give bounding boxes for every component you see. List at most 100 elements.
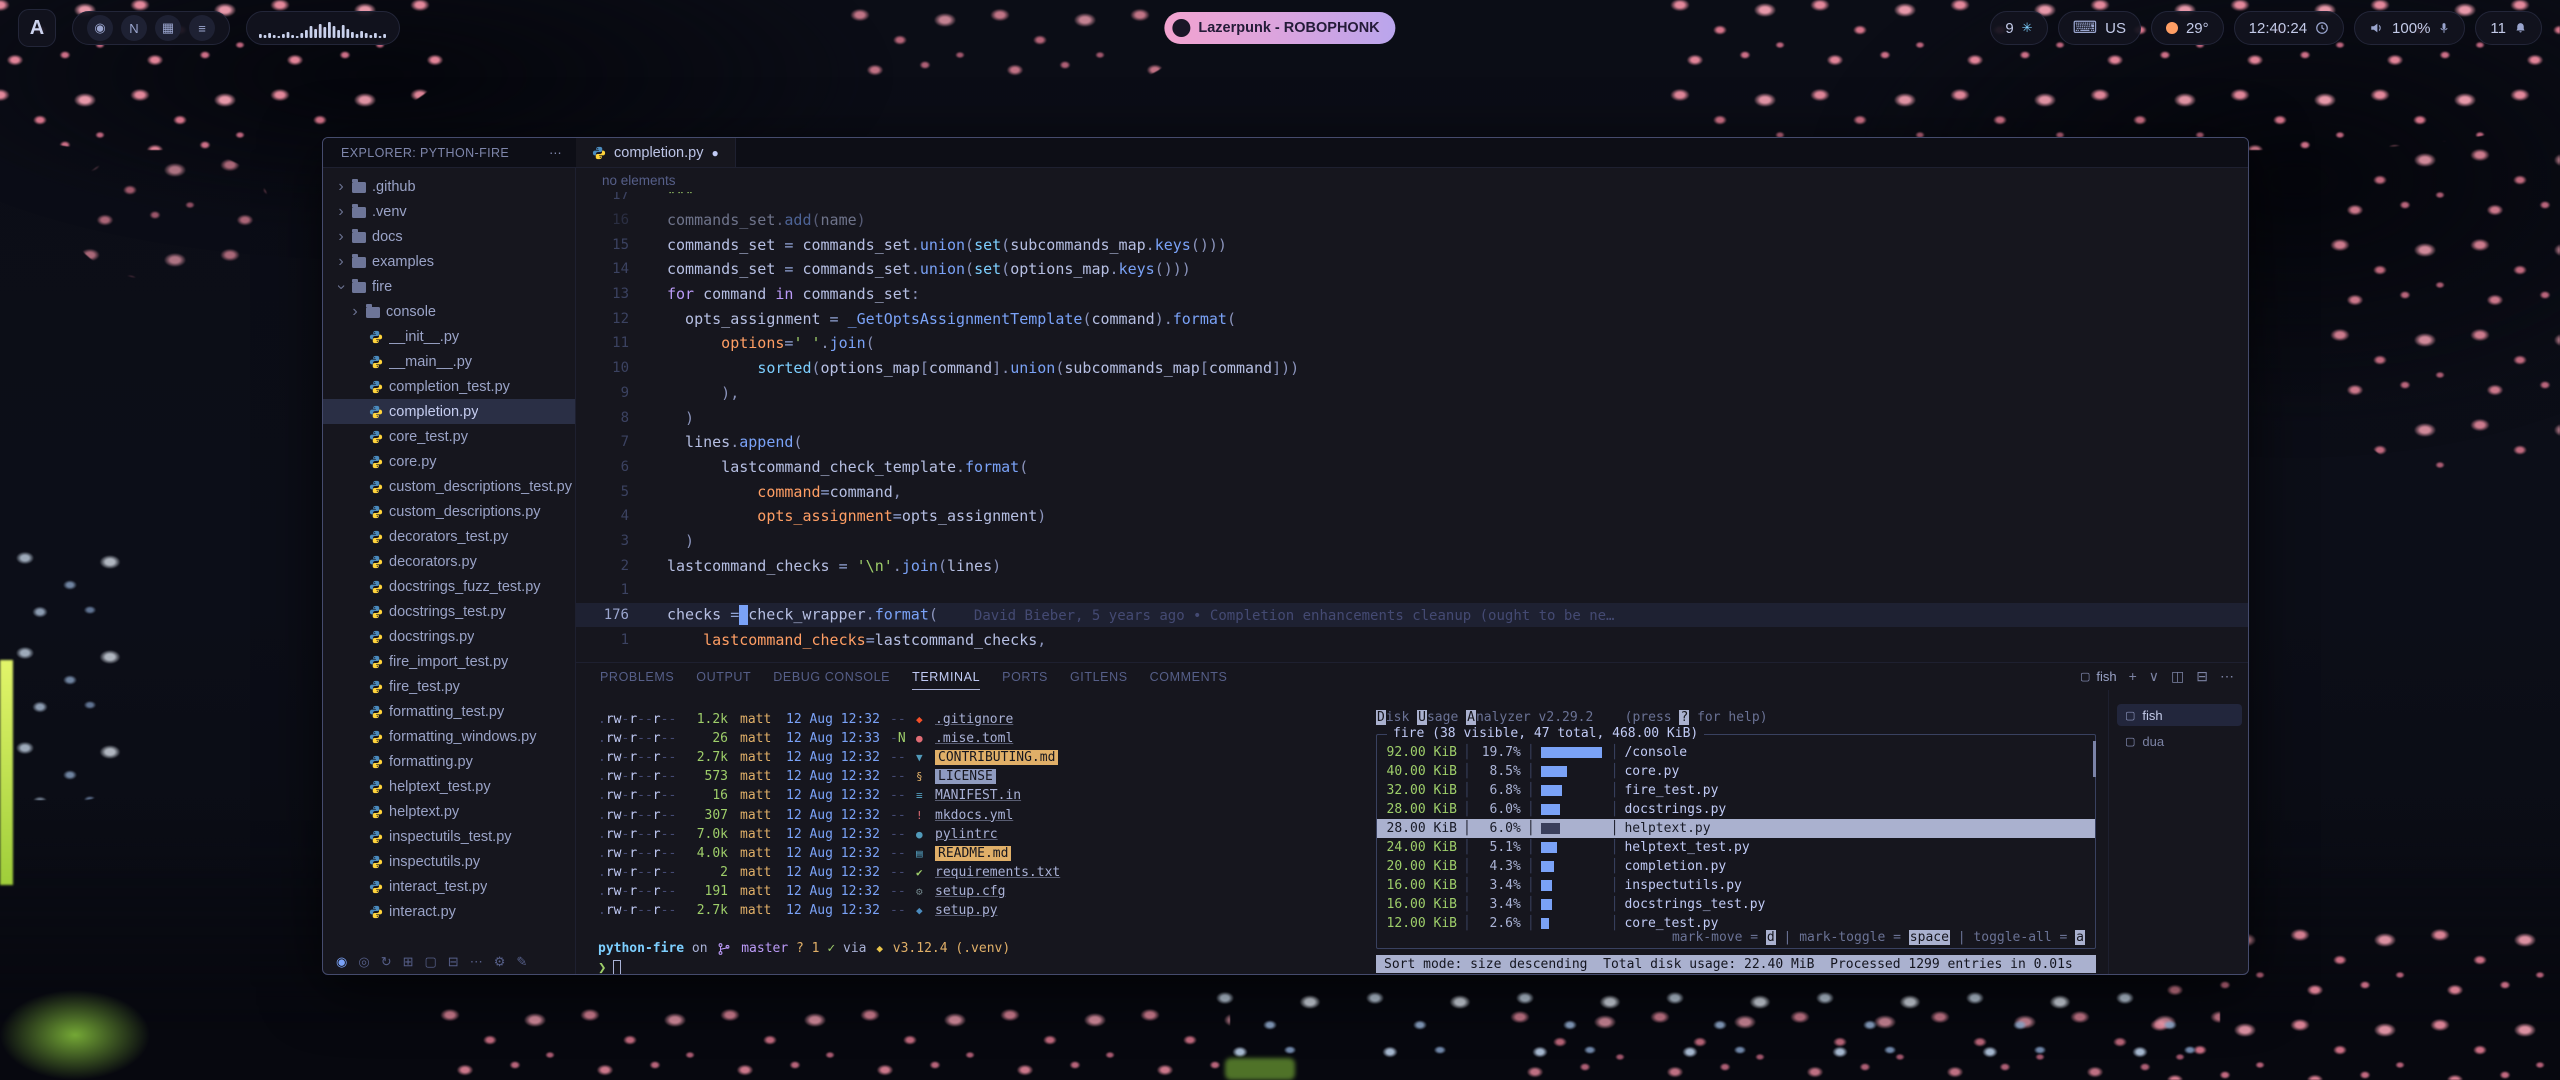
dua-row[interactable]: 32.00 KiB│6.8%││fire_test.py [1377,781,2095,800]
code-line[interactable]: 10 sorted(options_map[command].union(sub… [576,356,2248,381]
tree-item-inspectutils-py[interactable]: inspectutils.py [323,849,575,874]
trash-icon[interactable]: ⊟ [448,954,459,970]
code-line[interactable]: 1 lastcommand_checks=lastcommand_checks, [576,627,2248,652]
tree-item-docstrings-fuzz-test-py[interactable]: docstrings_fuzz_test.py [323,574,575,599]
tree-item-examples[interactable]: ›examples [323,249,575,274]
remote-icon[interactable]: ◉ [336,954,347,970]
edit-icon[interactable]: ✎ [516,954,527,970]
files-workspace-icon[interactable]: ≡ [189,15,215,41]
tree-item-helptext-py[interactable]: helptext.py [323,799,575,824]
terminal-session-dua[interactable]: ▢dua [2117,730,2242,752]
tree-item--main-py[interactable]: __main__.py [323,349,575,374]
tree-item-completion-test-py[interactable]: completion_test.py [323,374,575,399]
volume-pill[interactable]: 100% [2354,11,2465,45]
tree-item-docstrings-py[interactable]: docstrings.py [323,624,575,649]
settings-icon[interactable]: ⚙ [494,954,506,970]
code-line[interactable]: 6 lastcommand_check_template.format( [576,455,2248,480]
window-icon[interactable]: ▢ [425,954,437,970]
system-monitor-widget[interactable] [246,11,400,45]
code-line[interactable]: 15commands_set = commands_set.union(set(… [576,232,2248,257]
code-line[interactable]: 13for command in commands_set: [576,282,2248,307]
code-line[interactable]: 176checks = check_wrapper.format(David B… [576,603,2248,628]
panel-tab-debug-console[interactable]: DEBUG CONSOLE [773,663,890,690]
dua-row[interactable]: 40.00 KiB│8.5%││core.py [1377,762,2095,781]
tree-item-interact-test-py[interactable]: interact_test.py [323,874,575,899]
code-line[interactable]: 3 ) [576,529,2248,554]
tree-item-completion-py[interactable]: completion.py [323,399,575,424]
terminal-fish[interactable]: .rw-r--r--1.2kmatt12 Aug 12:32--◆.gitign… [576,690,1376,975]
panel-tab-output[interactable]: OUTPUT [696,663,751,690]
code-line[interactable]: 1 [576,578,2248,603]
tree-item-decorators-test-py[interactable]: decorators_test.py [323,524,575,549]
tree-item-decorators-py[interactable]: decorators.py [323,549,575,574]
panel-tab-ports[interactable]: PORTS [1002,663,1048,690]
dua-scrollbar[interactable] [2093,741,2096,777]
tree-item-docs[interactable]: ›docs [323,224,575,249]
media-player-widget[interactable]: Lazerpunk - ROBOPHONK [1164,12,1395,44]
dua-row[interactable]: 28.00 KiB│6.0%││helptext.py [1377,819,2095,838]
tree-item-interact-py[interactable]: interact.py [323,899,575,924]
breadcrumb[interactable]: no elements [576,168,2248,192]
kill-terminal-icon[interactable]: ⊟ [2196,668,2208,685]
tree-item-custom-descriptions-test-py[interactable]: custom_descriptions_test.py [323,474,575,499]
explorer-icon[interactable]: ⊞ [403,954,414,970]
sync-icon[interactable]: ↻ [381,954,392,970]
explorer-more-icon[interactable]: ⋯ [549,145,562,160]
tree-item-formatting-windows-py[interactable]: formatting_windows.py [323,724,575,749]
code-line[interactable]: 4 opts_assignment=opts_assignment) [576,504,2248,529]
tree-item-inspectutils-test-py[interactable]: inspectutils_test.py [323,824,575,849]
tree-item-formatting-test-py[interactable]: formatting_test.py [323,699,575,724]
new-terminal-icon[interactable]: + [2129,668,2137,685]
dua-row[interactable]: 28.00 KiB│6.0%││docstrings.py [1377,800,2095,819]
tree-item-formatting-py[interactable]: formatting.py [323,749,575,774]
profile-dropdown-icon[interactable]: ∨ [2149,668,2159,685]
workspace-indicator-pill[interactable]: 9 ✳ [1990,11,2047,45]
terminal-session-fish[interactable]: ▢fish [2117,704,2242,726]
tree-item-core-test-py[interactable]: core_test.py [323,424,575,449]
tree-item--init-py[interactable]: __init__.py [323,324,575,349]
keyboard-layout-pill[interactable]: ⌨ US [2058,11,2141,45]
code-line[interactable]: 5 command=command, [576,479,2248,504]
tree-item-docstrings-test-py[interactable]: docstrings_test.py [323,599,575,624]
apps-workspace-icon[interactable]: ▦ [155,15,181,41]
dua-row[interactable]: 20.00 KiB│4.3%││completion.py [1377,857,2095,876]
panel-tab-comments[interactable]: COMMENTS [1150,663,1228,690]
launcher-button[interactable]: A [18,9,56,47]
tree-item-custom-descriptions-py[interactable]: custom_descriptions.py [323,499,575,524]
more-icon[interactable]: ⋯ [470,954,483,970]
tree-item-fire-test-py[interactable]: fire_test.py [323,674,575,699]
modified-indicator-icon[interactable]: ● [711,146,718,160]
code-line[interactable]: 11 options=' '.join( [576,331,2248,356]
code-line[interactable]: 16commands_set.add(name) [576,208,2248,233]
tree-item--venv[interactable]: ›.venv [323,199,575,224]
panel-tab-gitlens[interactable]: GITLENS [1070,663,1128,690]
weather-pill[interactable]: 29° [2151,11,2224,45]
code-line[interactable]: 14commands_set = commands_set.union(set(… [576,257,2248,282]
code-line[interactable]: 8 ) [576,405,2248,430]
code-line[interactable]: 7 lines.append( [576,430,2248,455]
tree-item-fire[interactable]: ›fire [323,274,575,299]
dua-row[interactable]: 24.00 KiB│5.1%││helptext_test.py [1377,838,2095,857]
tab-completion-py[interactable]: completion.py ● [576,138,736,167]
tree-item-core-py[interactable]: core.py [323,449,575,474]
code-line[interactable]: 17""" [576,192,2248,208]
browser-workspace-icon[interactable]: ◉ [87,15,113,41]
notifications-pill[interactable]: 11 [2475,11,2542,45]
dua-row[interactable]: 16.00 KiB│3.4%││inspectutils.py [1377,876,2095,895]
panel-tab-problems[interactable]: PROBLEMS [600,663,674,690]
dua-row[interactable]: 16.00 KiB│3.4%││docstrings_test.py [1377,895,2095,914]
search-icon[interactable]: ◎ [358,954,369,970]
tree-item--github[interactable]: ›.github [323,174,575,199]
clock-pill[interactable]: 12:40:24 [2234,11,2344,45]
code-line[interactable]: 2lastcommand_checks = '\n'.join(lines) [576,553,2248,578]
code-line[interactable]: 9 ), [576,381,2248,406]
panel-tab-terminal[interactable]: TERMINAL [912,663,980,690]
split-terminal-icon[interactable]: ◫ [2171,668,2184,685]
terminal-dua[interactable]: Disk Usage Analyzer v2.29.2 (press ? for… [1376,690,2108,975]
tree-item-console[interactable]: ›console [323,299,575,324]
tree-item-helptext-test-py[interactable]: helptext_test.py [323,774,575,799]
dua-row[interactable]: 92.00 KiB│19.7%││/console [1377,743,2095,762]
more-actions-icon[interactable]: ⋯ [2220,668,2234,685]
notes-workspace-icon[interactable]: N [121,15,147,41]
tree-item-fire-import-test-py[interactable]: fire_import_test.py [323,649,575,674]
